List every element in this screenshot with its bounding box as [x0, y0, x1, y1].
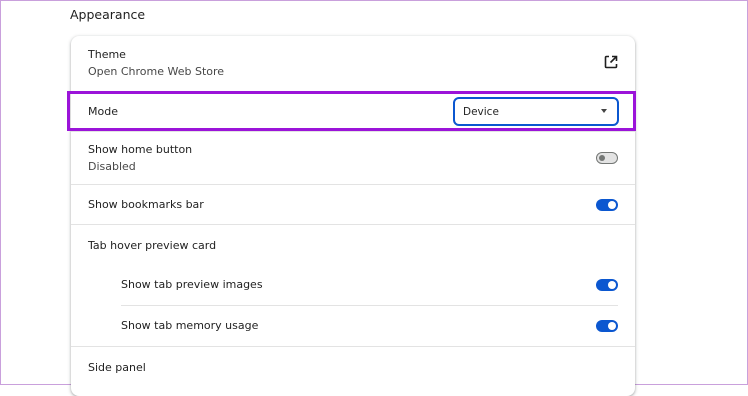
theme-row[interactable]: Theme Open Chrome Web Store	[71, 36, 635, 91]
bookmarks-bar-row[interactable]: Show bookmarks bar	[71, 184, 635, 224]
tab-memory-usage-toggle[interactable]	[596, 320, 618, 332]
home-button-toggle[interactable]	[596, 152, 618, 164]
tab-preview-images-toggle[interactable]	[596, 279, 618, 291]
bookmarks-bar-label: Show bookmarks bar	[88, 198, 204, 211]
side-panel-row: Side panel	[71, 346, 635, 386]
section-title: Appearance	[70, 7, 146, 22]
mode-row: Mode Device	[71, 91, 635, 131]
home-button-row[interactable]: Show home button Disabled	[71, 131, 635, 184]
side-panel-label: Side panel	[88, 361, 146, 374]
mode-select[interactable]: Device	[453, 97, 619, 126]
tab-preview-images-label: Show tab preview images	[121, 278, 263, 291]
theme-label: Theme	[88, 48, 126, 61]
theme-sublabel: Open Chrome Web Store	[88, 65, 225, 78]
tab-hover-label: Tab hover preview card	[88, 239, 217, 252]
tab-hover-row: Tab hover preview card	[71, 224, 635, 265]
bookmarks-bar-toggle[interactable]	[596, 199, 618, 211]
home-button-label: Show home button	[88, 143, 193, 156]
tab-memory-usage-label: Show tab memory usage	[121, 319, 259, 332]
mode-select-value: Device	[463, 105, 499, 118]
tab-memory-usage-row[interactable]: Show tab memory usage	[71, 306, 635, 346]
chevron-down-icon	[601, 109, 607, 113]
tab-preview-images-row[interactable]: Show tab preview images	[71, 265, 635, 305]
open-in-new-icon[interactable]	[603, 54, 619, 70]
appearance-card: Theme Open Chrome Web Store Mode Device …	[71, 36, 635, 396]
mode-label: Mode	[88, 105, 118, 118]
home-button-sublabel: Disabled	[88, 160, 136, 173]
